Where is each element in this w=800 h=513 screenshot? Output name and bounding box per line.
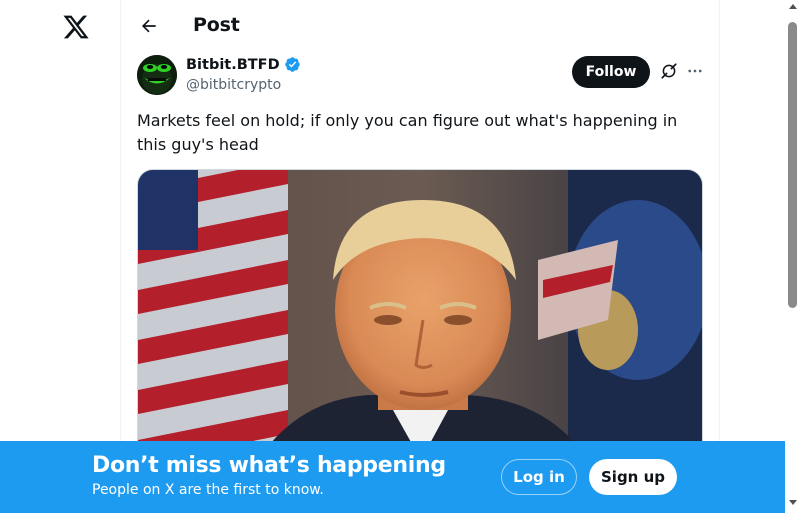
login-button[interactable]: Log in	[501, 459, 577, 495]
verified-badge-icon	[284, 57, 300, 72]
avatar-image	[137, 55, 177, 95]
x-logo[interactable]	[62, 13, 90, 41]
banner-title: Don’t miss what’s happening	[92, 453, 446, 478]
display-name[interactable]: Bitbit.BTFD	[186, 57, 280, 73]
post-author: Bitbit.BTFD @bitbitcrypto Follow	[137, 54, 703, 96]
dots-glyph	[688, 69, 702, 73]
more-horizontal-icon[interactable]	[684, 60, 706, 82]
grok-glyph	[661, 63, 677, 79]
name-row: Bitbit.BTFD	[186, 56, 301, 73]
scrollbar[interactable]	[785, 0, 800, 513]
page-header: Post	[121, 0, 719, 53]
page-title: Post	[193, 14, 240, 36]
back-button[interactable]	[135, 12, 163, 40]
signup-banner: Don’t miss what’s happening People on X …	[0, 441, 785, 513]
scroll-down-arrow-icon[interactable]	[789, 500, 797, 505]
arrow-left-icon	[141, 19, 156, 33]
left-nav	[0, 0, 120, 513]
post-text: Markets feel on hold; if only you can fi…	[137, 111, 678, 154]
banner-subtitle: People on X are the first to know.	[92, 482, 324, 498]
avatar[interactable]	[137, 55, 177, 95]
follow-button[interactable]: Follow	[572, 56, 650, 88]
post-media[interactable]	[137, 169, 703, 459]
user-handle[interactable]: @bitbitcrypto	[186, 77, 281, 93]
scroll-up-arrow-icon[interactable]	[789, 4, 797, 9]
scrollbar-thumb[interactable]	[788, 22, 797, 308]
post-photo	[138, 170, 702, 458]
grok-icon[interactable]	[658, 60, 680, 82]
primary-column: Post Bitbit.BTFD @bitbitcrypto Follow Ma…	[120, 0, 720, 513]
signup-button[interactable]: Sign up	[589, 459, 677, 495]
